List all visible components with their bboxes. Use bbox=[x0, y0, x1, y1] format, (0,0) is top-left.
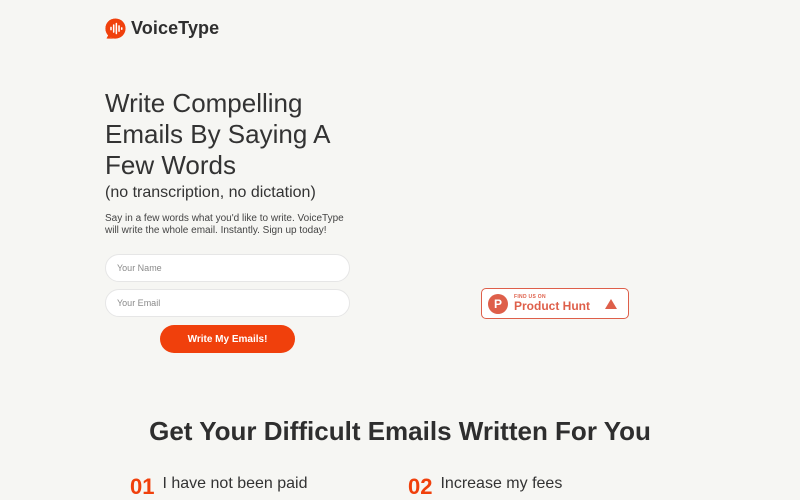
feature-number: 01 bbox=[130, 474, 155, 499]
feature-item: 01 I have not been paid bbox=[130, 468, 308, 499]
upvote-arrow-icon bbox=[605, 298, 617, 309]
product-hunt-label: Product Hunt bbox=[514, 299, 590, 313]
feature-number: 02 bbox=[408, 474, 433, 499]
feature-text: Increase my fees bbox=[440, 475, 563, 492]
name-input[interactable] bbox=[105, 254, 350, 282]
hero-title: Write Compelling Emails By Saying A Few … bbox=[105, 88, 329, 180]
feature-text: I have not been paid bbox=[162, 475, 308, 492]
section-title: Get Your Difficult Emails Written For Yo… bbox=[149, 416, 651, 446]
hero-subtitle: (no transcription, no dictation) bbox=[105, 184, 316, 201]
brand-logo[interactable]: VoiceType bbox=[104, 17, 219, 40]
brand-name: VoiceType bbox=[131, 18, 220, 38]
write-my-emails-button[interactable]: Write My Emails! bbox=[160, 325, 295, 353]
product-hunt-logo-icon: P bbox=[488, 293, 508, 314]
product-hunt-badge[interactable]: P FIND US ON Product Hunt bbox=[481, 288, 629, 319]
product-hunt-logo-letter: P bbox=[493, 296, 502, 311]
feature-item: 02 Increase my fees bbox=[408, 468, 563, 499]
hero-description: Say in a few words what you'd like to wr… bbox=[105, 213, 344, 236]
voice-bubble-icon bbox=[105, 18, 126, 39]
email-input[interactable] bbox=[105, 289, 350, 317]
